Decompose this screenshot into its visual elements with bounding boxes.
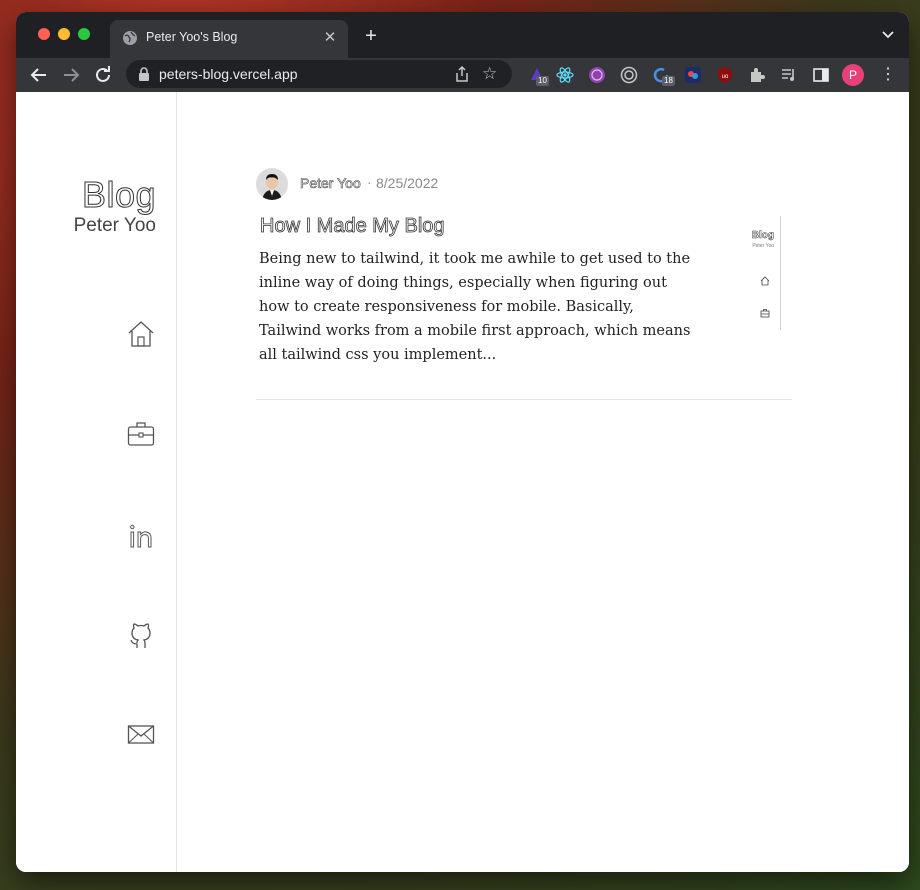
sidebar: Blog Peter Yoo [16,92,177,872]
mail-icon[interactable] [127,720,155,748]
logo-title[interactable]: Blog [81,174,156,216]
address-bar[interactable]: peters-blog.vercel.app ☆ [126,60,512,88]
ext-target-icon[interactable] [620,66,638,84]
github-icon[interactable] [127,622,155,650]
browser-toolbar: peters-blog.vercel.app ☆ 10 18 uo P ⋮ [16,58,909,92]
thumbnail-home-icon [760,276,770,286]
meta-separator: · [367,174,372,190]
profile-avatar[interactable]: P [842,64,864,86]
close-window-button[interactable] [38,28,50,40]
logo-subtitle: Peter Yoo [73,215,156,236]
tab-active[interactable]: Peter Yoo's Blog ✕ [110,20,348,58]
home-icon[interactable] [127,320,155,348]
forward-arrow-icon[interactable] [60,64,82,86]
tab-bar: Peter Yoo's Blog ✕ + [16,12,909,58]
tab-title: Peter Yoo's Blog [146,30,238,44]
new-tab-button[interactable]: + [360,26,382,48]
chevron-down-icon[interactable] [881,28,895,42]
react-devtools-icon[interactable] [556,66,574,84]
author-name[interactable]: Peter Yoo [300,175,361,192]
svg-text:uo: uo [722,74,729,80]
back-arrow-icon[interactable] [28,64,50,86]
media-playlist-icon[interactable] [780,66,798,84]
share-icon[interactable] [454,66,470,82]
ext-badge: 18 [662,76,675,86]
thumbnail-title: Blog [751,230,775,242]
globe-icon [123,31,137,45]
more-menu-icon[interactable]: ⋮ [880,66,896,84]
post-excerpt: Being new to tailwind, it took me awhile… [259,251,691,363]
side-panel-icon[interactable] [812,66,830,84]
ext-badge: 10 [536,76,549,86]
thumbnail-subtitle: Peter Yoo [752,243,774,249]
thumbnail-briefcase-icon [760,309,770,318]
browser-window: Peter Yoo's Blog ✕ + peters-blog.vercel.… [16,12,909,872]
briefcase-icon[interactable] [127,420,155,448]
puzzle-extensions-icon[interactable] [748,66,766,84]
linkedin-icon[interactable] [127,522,155,550]
page-viewport: Blog Peter Yoo Peter Yoo · 8/25/2022 How… [16,92,909,872]
lock-icon [139,67,149,81]
post-thumbnail[interactable]: Blog Peter Yoo [740,216,781,330]
bookmark-star-icon[interactable]: ☆ [482,65,500,83]
tab-close-icon[interactable]: ✕ [320,28,340,48]
minimize-window-button[interactable] [58,28,70,40]
author-avatar [256,168,288,200]
post-date: 8/25/2022 [376,175,439,191]
ext-colorful-icon[interactable] [684,66,702,84]
maximize-window-button[interactable] [78,28,90,40]
blog-post-card[interactable]: Peter Yoo · 8/25/2022 How I Made My Blog… [256,168,792,400]
post-title[interactable]: How I Made My Blog [260,215,445,238]
url-text: peters-blog.vercel.app [159,66,298,82]
ext-globe-icon[interactable] [588,66,606,84]
reload-icon[interactable] [92,64,114,86]
ublock-origin-icon[interactable]: uo [716,66,734,84]
